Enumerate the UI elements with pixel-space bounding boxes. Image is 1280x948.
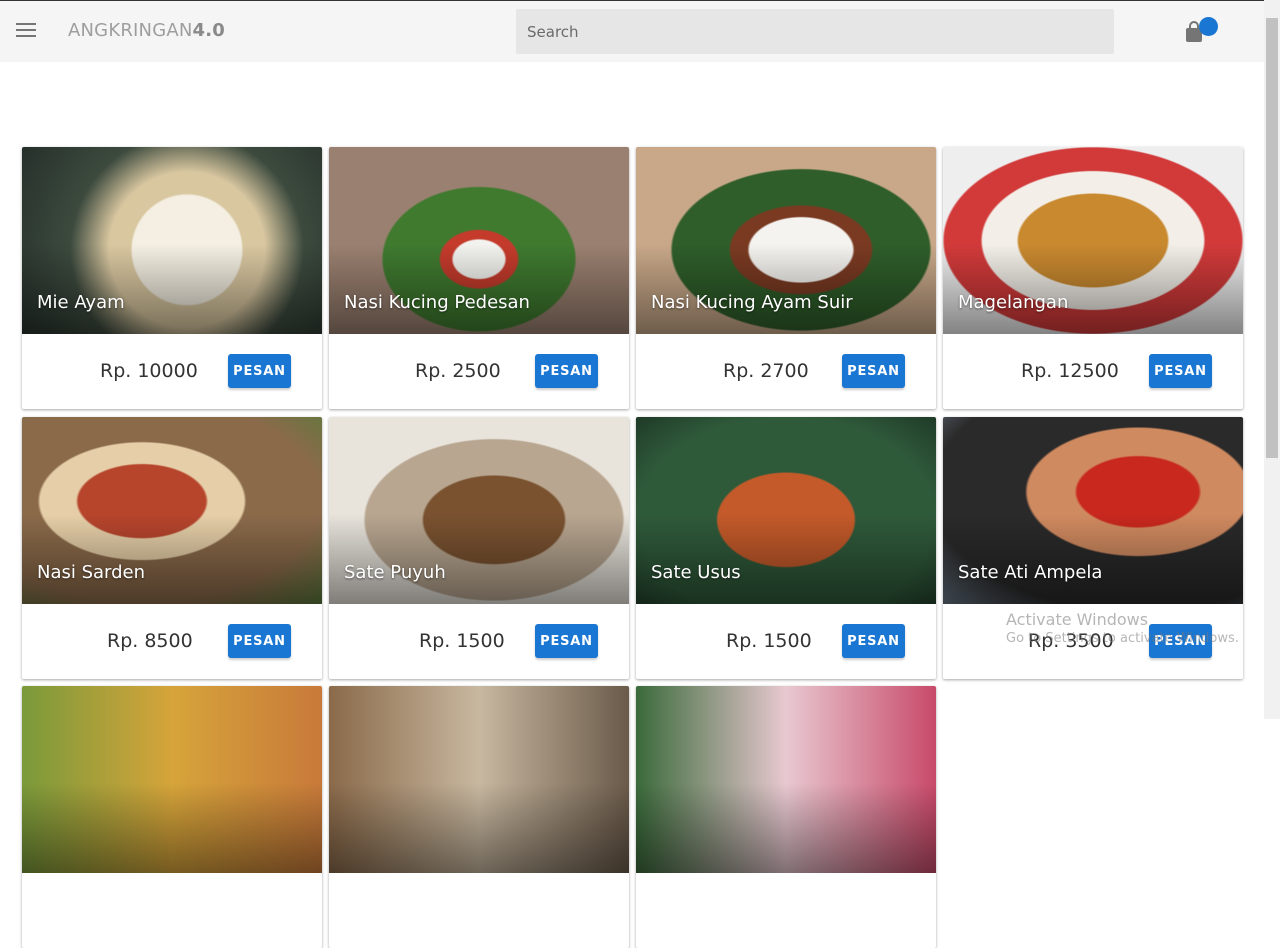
product-image: [329, 686, 629, 873]
brand-logo[interactable]: ANGKRINGAN4.0: [68, 20, 225, 41]
product-card: Sate Usus Rp. 1500 PESAN: [636, 417, 936, 679]
activate-windows-watermark: Activate Windows Go to Settings to activ…: [1006, 610, 1239, 646]
order-button[interactable]: PESAN: [1149, 354, 1212, 388]
product-card: [329, 686, 629, 948]
search-input[interactable]: [516, 9, 1114, 54]
scrollbar-thumb[interactable]: [1266, 18, 1278, 458]
product-card: Nasi Kucing Ayam Suir Rp. 2700 PESAN: [636, 147, 936, 409]
cart-badge: [1199, 17, 1218, 36]
product-card: Magelangan Rp. 12500 PESAN: [943, 147, 1243, 409]
product-title: Sate Usus: [651, 562, 741, 583]
product-card: Nasi Sarden Rp. 8500 PESAN: [22, 417, 322, 679]
order-button[interactable]: PESAN: [842, 354, 905, 388]
product-card: Mie Ayam Rp. 10000 PESAN: [22, 147, 322, 409]
product-title: Sate Puyuh: [344, 562, 446, 583]
product-image: [22, 686, 322, 873]
product-title: Magelangan: [958, 292, 1069, 313]
product-price: Rp. 2500: [415, 360, 501, 382]
product-price: Rp. 1500: [726, 630, 812, 652]
product-price: Rp. 1500: [419, 630, 505, 652]
product-card: [636, 686, 936, 948]
watermark-subtitle: Go to Settings to activate Windows.: [1006, 631, 1239, 646]
order-button[interactable]: PESAN: [842, 624, 905, 658]
brand-version: 4.0: [192, 20, 226, 41]
product-title: Sate Ati Ampela: [958, 562, 1103, 583]
order-button[interactable]: PESAN: [228, 354, 291, 388]
product-title: Mie Ayam: [37, 292, 125, 313]
product-price: Rp. 10000: [100, 360, 198, 382]
product-price: Rp. 8500: [107, 630, 193, 652]
brand-name: ANGKRINGAN: [68, 20, 193, 41]
order-button[interactable]: PESAN: [228, 624, 291, 658]
product-card: Sate Puyuh Rp. 1500 PESAN: [329, 417, 629, 679]
product-title: Nasi Kucing Pedesan: [344, 292, 530, 313]
app-bar: ANGKRINGAN4.0: [0, 0, 1264, 62]
watermark-title: Activate Windows: [1006, 610, 1149, 629]
order-button[interactable]: PESAN: [535, 624, 598, 658]
product-image: [636, 686, 936, 873]
product-card: Nasi Kucing Pedesan Rp. 2500 PESAN: [329, 147, 629, 409]
product-price: Rp. 2700: [723, 360, 809, 382]
menu-icon[interactable]: [16, 23, 36, 39]
product-card: [22, 686, 322, 948]
product-title: Nasi Kucing Ayam Suir: [651, 292, 853, 313]
order-button[interactable]: PESAN: [535, 354, 598, 388]
product-price: Rp. 12500: [1021, 360, 1119, 382]
product-title: Nasi Sarden: [37, 562, 146, 583]
